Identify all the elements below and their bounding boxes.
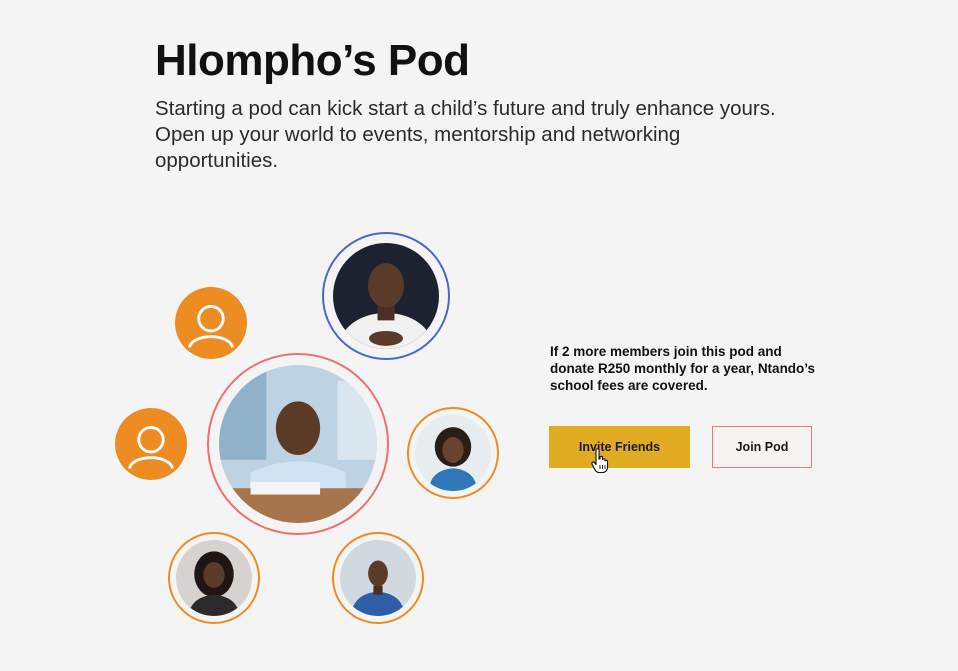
join-pod-button[interactable]: Join Pod [712,426,812,468]
user-placeholder-icon [127,426,175,470]
join-pod-label: Join Pod [735,440,789,454]
beneficiary-photo [219,365,377,523]
mentor-photo [333,243,439,349]
pod-goal-text: If 2 more members join this pod and dona… [550,344,816,393]
user-placeholder-icon [187,305,235,349]
empty-member-slot[interactable] [175,287,247,359]
intro-text: Starting a pod can kick start a child’s … [155,97,776,172]
page-title: Hlompho’s Pod [155,36,470,85]
member-photo [340,540,416,616]
invite-friends-button[interactable]: Invite Friends [549,426,690,468]
empty-member-slot[interactable] [115,408,187,480]
hand-pointer-cursor-icon [591,448,609,474]
member-photo [176,540,252,616]
member-photo [415,415,491,491]
